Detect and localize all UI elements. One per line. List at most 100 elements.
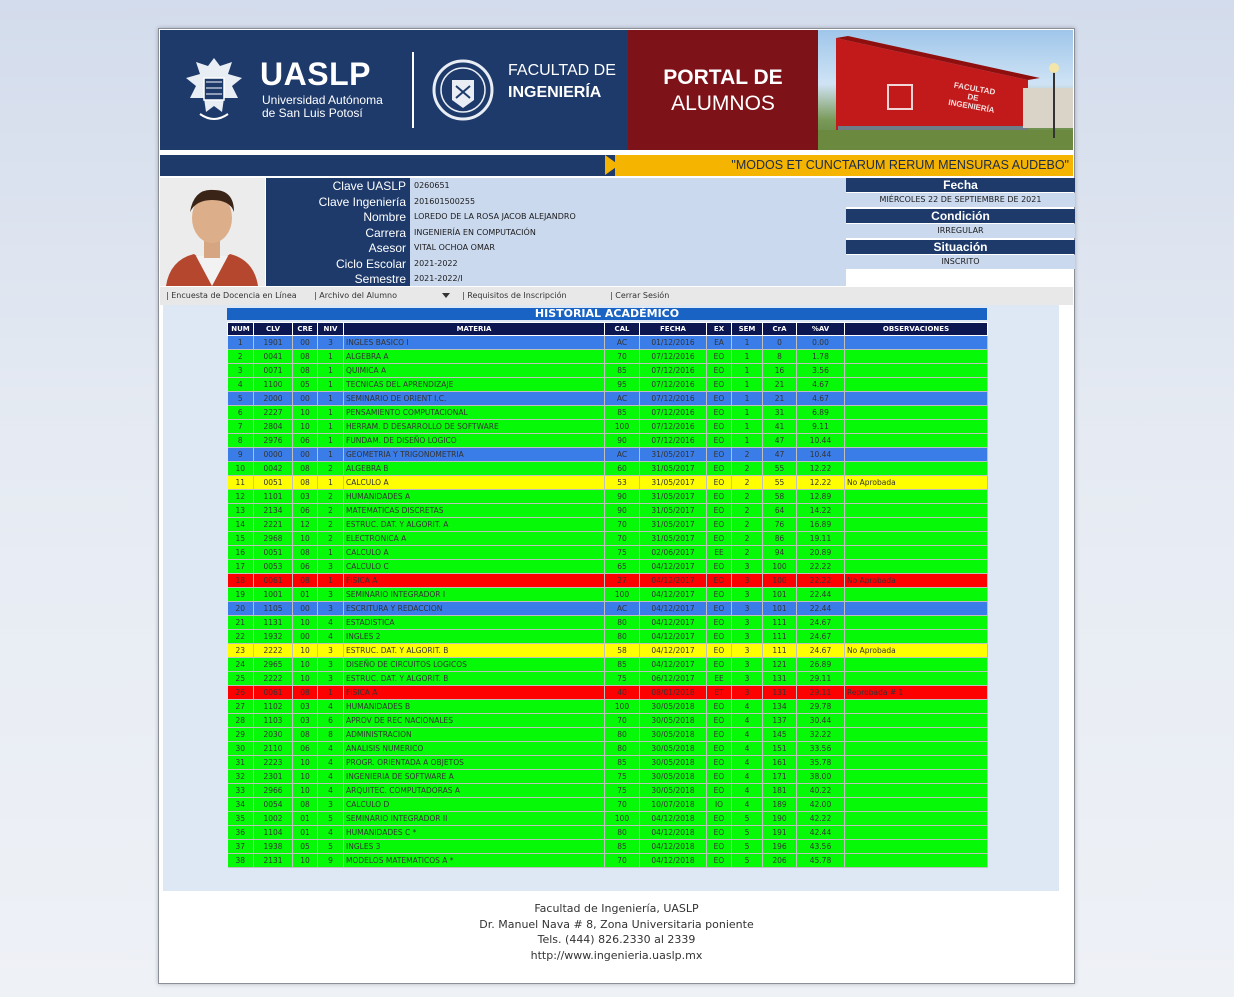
cell-niv: 1 [317,685,344,700]
cell-num: 9 [227,447,254,462]
cell-materia: TECNICAS DEL APRENDIZAJE [343,377,605,392]
cell-ex: EO [706,755,732,770]
col-materia-header: MATERIA [343,322,605,336]
cell-cre: 06 [292,741,318,756]
cell-fecha: 02/06/2017 [639,545,707,560]
label-asesor: Asesor [368,241,406,255]
cell-obs [844,727,988,742]
cell-materia: ESTRUC. DAT. Y ALGORIT. B [343,643,605,658]
cell-cra: 121 [762,657,797,672]
cell-cra: 55 [762,461,797,476]
brand-divider [412,52,414,128]
menu-encuesta-docencia[interactable]: | Encuesta de Docencia en Línea [166,291,297,300]
menu-requisitos-inscripcion[interactable]: | Requisitos de Inscripción [462,291,567,300]
cell-num: 29 [227,727,254,742]
menu-archivo-alumno[interactable]: | Archivo del Alumno [314,291,397,300]
cell-cre: 10 [292,657,318,672]
cell-cal: 80 [604,615,640,630]
cell-av: 29.78 [796,699,845,714]
cell-cra: 181 [762,783,797,798]
cell-av: 22.22 [796,559,845,574]
footer-website-link[interactable]: http://www.ingenieria.uaslp.mx [159,948,1074,964]
fecha-value: MIÉRCOLES 22 DE SEPTIEMBRE DE 2021 [846,193,1075,207]
cell-materia: HUMANIDADES B [343,699,605,714]
cell-cal: 75 [604,545,640,560]
cell-fecha: 04/12/2017 [639,615,707,630]
cell-cre: 05 [292,377,318,392]
cell-clv: 0041 [253,349,293,364]
cell-cra: 86 [762,531,797,546]
menu-cerrar-sesion[interactable]: | Cerrar Sesión [610,291,669,300]
table-row: 16 0051 08 1 CALCULO A 75 02/06/2017 EE 2 94 20.89 [227,545,988,560]
cell-clv: 2110 [253,741,293,756]
cell-ex: EO [706,391,732,406]
cell-materia: ALGEBRA A [343,349,605,364]
cell-cal: 53 [604,475,640,490]
cell-av: 4.67 [796,377,845,392]
cell-fecha: 01/12/2016 [639,335,707,350]
cell-obs [844,461,988,476]
cell-clv: 1105 [253,601,293,616]
cell-niv: 1 [317,545,344,560]
cell-sem: 2 [731,503,763,518]
cell-av: 14.22 [796,503,845,518]
motto-bar: "MODOS ET CUNCTARUM RERUM MENSURAS AUDEB… [160,155,1073,176]
cell-cre: 10 [292,419,318,434]
status-panel: Fecha MIÉRCOLES 22 DE SEPTIEMBRE DE 2021… [846,178,1075,286]
table-row: 33 2966 10 4 ARQUITEC. COMPUTADORAS A 75 30/05… [227,783,988,798]
cell-cre: 10 [292,671,318,686]
cell-niv: 1 [317,377,344,392]
chevron-down-icon[interactable] [442,293,450,298]
cell-cre: 00 [292,629,318,644]
cell-cal: AC [604,335,640,350]
cell-ex: EO [706,783,732,798]
cell-fecha: 30/05/2018 [639,699,707,714]
cell-cre: 03 [292,489,318,504]
cell-fecha: 07/12/2016 [639,391,707,406]
cell-ex: EO [706,503,732,518]
cell-sem: 4 [731,727,763,742]
cell-ex: EO [706,433,732,448]
cell-obs [844,601,988,616]
cell-materia: HERRAM. D DESARROLLO DE SOFTWARE [343,419,605,434]
cell-cre: 10 [292,615,318,630]
cell-clv: 1101 [253,489,293,504]
cell-fecha: 04/12/2018 [639,811,707,826]
cell-cre: 03 [292,699,318,714]
cell-cal: 40 [604,685,640,700]
cell-cra: 111 [762,629,797,644]
situacion-value: INSCRITO [846,255,1075,269]
student-photo [160,178,265,286]
cell-cal: 75 [604,671,640,686]
cell-sem: 3 [731,573,763,588]
cell-materia: CALCULO A [343,475,605,490]
cell-fecha: 07/12/2016 [639,433,707,448]
cell-av: 0.00 [796,335,845,350]
cell-materia: ELECTRONICA A [343,531,605,546]
table-row: 11 0051 08 1 CALCULO A 53 31/05/2017 EO 2 55 12.22… [227,475,988,490]
col-av-header: %AV [796,322,845,336]
cell-fecha: 31/05/2017 [639,447,707,462]
cell-cra: 134 [762,699,797,714]
cell-cre: 06 [292,433,318,448]
cell-sem: 4 [731,755,763,770]
cell-materia: DISEÑO DE CIRCUITOS LOGICOS [343,657,605,672]
cell-cra: 111 [762,615,797,630]
motto-text: "MODOS ET CUNCTARUM RERUM MENSURAS AUDEB… [731,158,1069,172]
cell-fecha: 30/05/2018 [639,769,707,784]
cell-niv: 6 [317,713,344,728]
cell-av: 33.56 [796,741,845,756]
cell-cre: 01 [292,811,318,826]
cell-niv: 1 [317,573,344,588]
cell-fecha: 10/07/2018 [639,797,707,812]
cell-cal: 100 [604,587,640,602]
cell-cre: 10 [292,769,318,784]
cell-cre: 08 [292,573,318,588]
cell-av: 1.78 [796,349,845,364]
condicion-label: Condición [846,209,1075,223]
cell-obs [844,657,988,672]
table-row: 32 2301 10 4 INGENIERIA DE SOFTWARE A 75 30/05… [227,769,988,784]
table-row: 24 2965 10 3 DISEÑO DE CIRCUITOS LOGICOS 85 04… [227,657,988,672]
table-row: 15 2968 10 2 ELECTRONICA A 70 31/05/2017 EO 2 86 1… [227,531,988,546]
cell-cre: 00 [292,335,318,350]
